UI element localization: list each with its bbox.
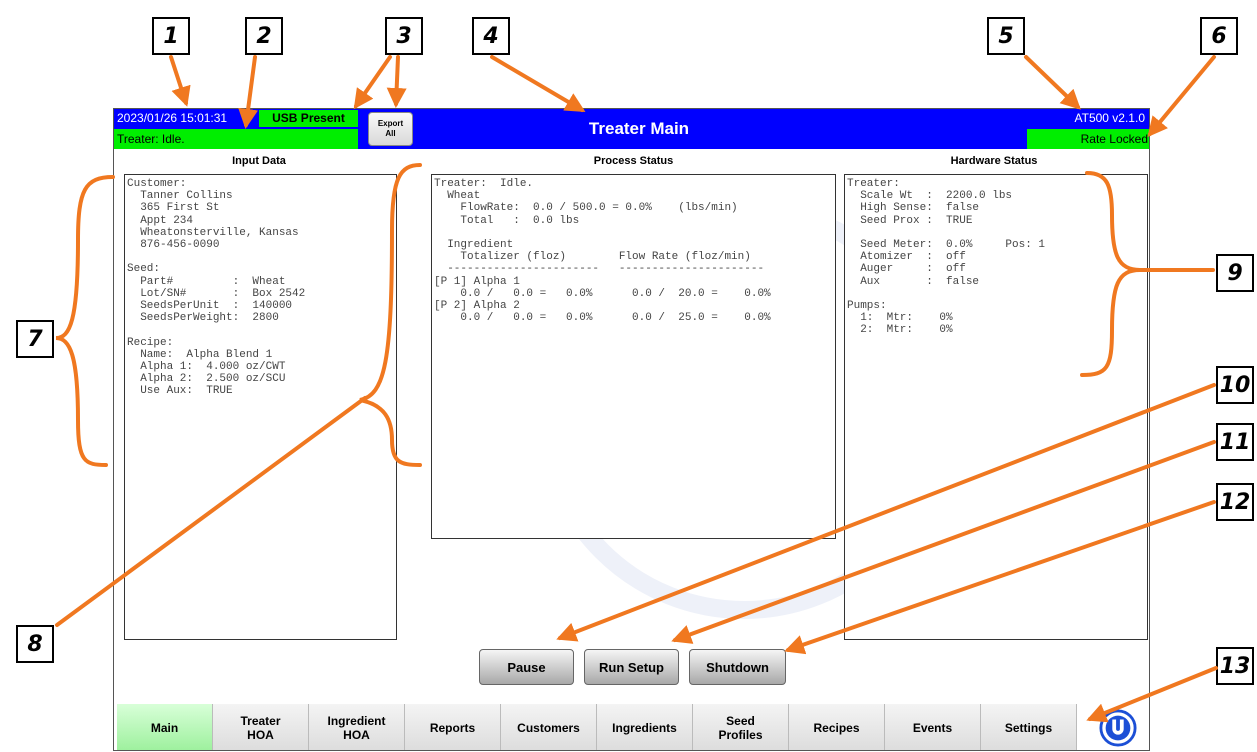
bracket-9 <box>1080 171 1141 377</box>
bracket-7 <box>55 175 115 467</box>
arrow-10 <box>556 383 1216 642</box>
bracket-8 <box>359 163 422 467</box>
arrow-4 <box>490 55 586 113</box>
arrow-6 <box>1147 55 1216 138</box>
arrow-3a <box>353 55 392 110</box>
arrow-13 <box>1086 666 1218 723</box>
arrow-2 <box>238 55 259 129</box>
arrow-8-line <box>55 396 367 627</box>
arrow-3b <box>386 55 407 108</box>
arrow-1 <box>169 55 191 107</box>
arrow-11 <box>671 440 1216 644</box>
arrow-5 <box>1024 55 1081 110</box>
annotation-overlay <box>55 55 1218 723</box>
